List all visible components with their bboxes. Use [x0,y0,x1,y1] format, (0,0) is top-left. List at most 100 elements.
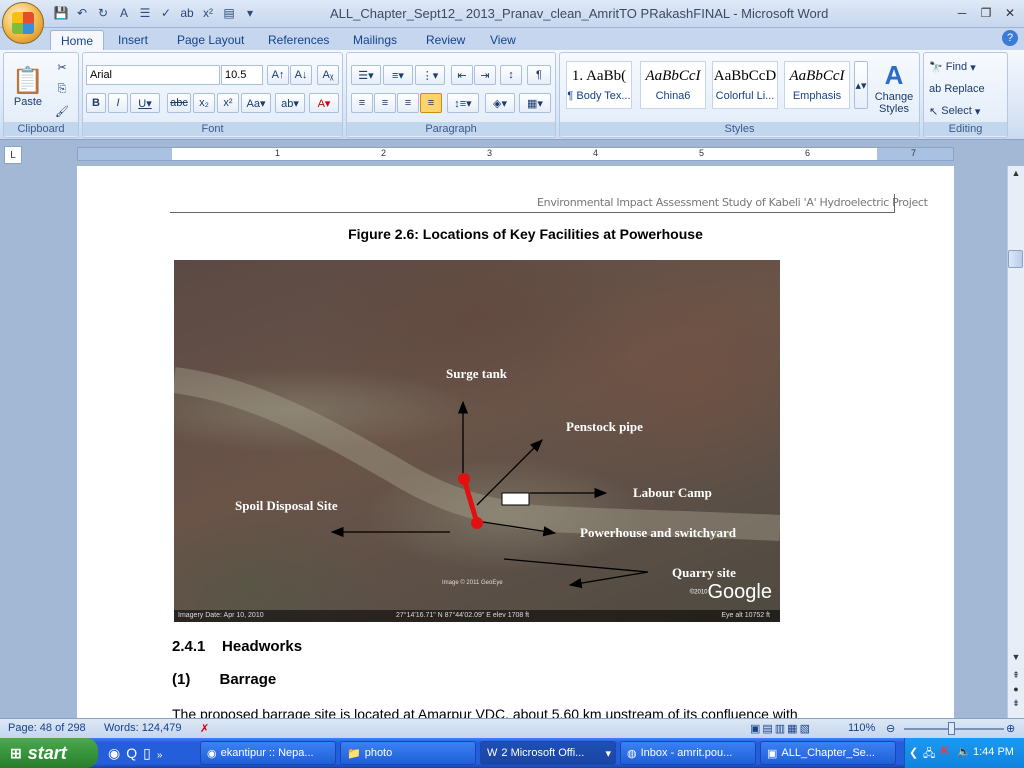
prev-page-icon[interactable]: ⇞ [1009,670,1023,681]
style-china6[interactable]: AaBbCcI China6 [640,61,706,109]
zoom-level[interactable]: 110% [848,722,875,734]
bullets-icon[interactable]: ☰ [136,4,154,22]
taskbar-item-pdf[interactable]: ▣ ALL_Chapter_Se... [760,741,896,765]
volume-icon[interactable]: 🔈 [957,745,971,758]
zoom-slider-thumb[interactable] [948,722,955,735]
next-page-icon[interactable]: ⇟ [1009,698,1023,709]
find-button[interactable]: 🔭 Find ▾ [928,57,1004,77]
tab-page-layout[interactable]: Page Layout [167,30,254,50]
grow-font-icon[interactable]: A↑ [267,65,289,85]
font-family-select[interactable]: Arial [86,65,220,85]
close-icon[interactable]: ✕ [998,4,1022,22]
vertical-scrollbar[interactable]: ▲ ▼ ⇞ ● ⇟ [1007,166,1024,718]
font-color-icon[interactable]: A▾ [309,93,339,113]
cut-icon[interactable]: ✂ [52,57,72,77]
taskbar-item-ekantipur[interactable]: ◉ ekantipur :: Nepa... [200,741,336,765]
clear-format-icon[interactable]: Aᵪ [317,65,339,85]
restore-icon[interactable]: ❐ [974,4,998,22]
spelling-icon[interactable]: ✓ [157,4,175,22]
tab-insert[interactable]: Insert [108,30,158,50]
styles-scroll-icon[interactable]: ▴▾ [854,61,868,109]
underline-icon[interactable]: U▾ [130,93,160,113]
editing-group: 🔭 Find ▾ ab Replace ↖ Select ▾ Editing [923,52,1008,138]
scrollbar-thumb[interactable] [1008,250,1023,268]
increase-indent-icon[interactable]: ⇥ [474,65,496,85]
borders-icon[interactable]: ▦▾ [519,93,551,113]
taskbar-item-word[interactable]: W2 Microsoft Offi... ▾ [480,741,616,765]
shading-icon[interactable]: ◈▾ [485,93,515,113]
align-left-icon[interactable]: ≡ [351,93,373,113]
strikethrough-button-icon[interactable]: abc [167,93,191,113]
insert-icon[interactable]: ▤ [220,4,238,22]
justify-icon[interactable]: ≡ [420,93,442,113]
zoom-in-icon[interactable]: ⊕ [1006,722,1015,735]
taskbar-item-photo[interactable]: 📁 photo [340,741,476,765]
bold-icon[interactable]: B [86,93,106,113]
taskbar-item-inbox[interactable]: ◍ Inbox - amrit.pou... [620,741,756,765]
superscript-button-icon[interactable]: x² [217,93,239,113]
antivirus-icon[interactable]: K [941,745,949,757]
tab-view[interactable]: View [480,30,526,50]
tray-expand-icon[interactable]: ❮ [909,746,918,759]
strikethrough-icon[interactable]: ab [178,4,196,22]
change-case-icon[interactable]: Aa▾ [241,93,271,113]
sort-icon[interactable]: ↕ [500,65,522,85]
app-q-icon[interactable]: Q [126,745,143,761]
select-button[interactable]: ↖ Select ▾ [928,101,1004,121]
clock[interactable]: 1:44 PM [973,746,1014,758]
shrink-font-icon[interactable]: A↓ [290,65,312,85]
format-painter-icon[interactable]: 🖌 [52,101,72,121]
document-page[interactable]: Environmental Impact Assessment Study of… [77,166,954,718]
tab-mailings[interactable]: Mailings [343,30,407,50]
align-right-icon[interactable]: ≡ [397,93,419,113]
font-icon[interactable]: A [115,4,133,22]
scroll-up-icon[interactable]: ▲ [1009,168,1023,182]
style-sample: AaBbCcD [713,68,777,84]
style-emphasis[interactable]: AaBbCcI Emphasis [784,61,850,109]
multilevel-list-icon[interactable]: ⋮▾ [415,65,445,85]
notepad-icon[interactable]: ▯ [143,745,157,761]
style-colorful-list[interactable]: AaBbCcD Colorful Li... [712,61,778,109]
style-body-text[interactable]: 1. AaBb( ¶ Body Tex... [566,61,632,109]
highlight-icon[interactable]: ab▾ [275,93,305,113]
copy-icon[interactable]: ⎘ [52,79,72,99]
view-buttons-icon[interactable]: ▣▤▥▦▧ [750,722,812,735]
scroll-down-icon[interactable]: ▼ [1009,652,1023,662]
font-size-select[interactable]: 10.5 [221,65,263,85]
word-icon: W [487,747,498,759]
change-styles-button[interactable]: A Change Styles [872,57,916,117]
network-icon[interactable]: 🖧 [923,745,935,764]
office-button[interactable] [2,2,44,44]
save-icon[interactable]: 💾 [52,4,70,22]
chrome-icon[interactable]: ◉ [108,745,126,761]
page-count[interactable]: Page: 48 of 298 [8,722,86,734]
tab-selector-icon[interactable]: L [4,146,22,164]
help-icon[interactable]: ? [1002,30,1018,46]
horizontal-ruler[interactable]: 1 2 3 4 5 6 7 [77,147,954,161]
tab-review[interactable]: Review [416,30,475,50]
more-launch-icon[interactable]: » [157,750,169,761]
replace-button[interactable]: ab Replace [928,79,1004,99]
word-count[interactable]: Words: 124,479 [104,722,181,734]
customize-qat-icon[interactable]: ▾ [241,4,259,22]
show-marks-icon[interactable]: ¶ [527,65,551,85]
minimize-icon[interactable]: ─ [950,4,974,22]
paste-button[interactable]: 📋 Paste [10,57,46,115]
bullets-button-icon[interactable]: ☰▾ [351,65,381,85]
satellite-image[interactable]: Surge tank Penstock pipe Labour Camp Spo… [174,260,780,622]
redo-icon[interactable]: ↻ [94,4,112,22]
subscript-icon[interactable]: x₂ [193,93,215,113]
undo-icon[interactable]: ↶ [73,4,91,22]
proofing-icon[interactable]: ✗ [200,722,209,735]
line-spacing-icon[interactable]: ↕≡▾ [447,93,479,113]
tab-references[interactable]: References [258,30,339,50]
start-button[interactable]: ⊞ start [0,738,98,768]
tab-home[interactable]: Home [50,30,105,50]
align-center-icon[interactable]: ≡ [374,93,396,113]
numbering-icon[interactable]: ≡▾ [383,65,413,85]
decrease-indent-icon[interactable]: ⇤ [451,65,473,85]
browse-object-icon[interactable]: ● [1009,684,1023,694]
italic-icon[interactable]: I [108,93,128,113]
zoom-out-icon[interactable]: ⊖ [886,722,895,735]
superscript-icon[interactable]: x² [199,4,217,22]
